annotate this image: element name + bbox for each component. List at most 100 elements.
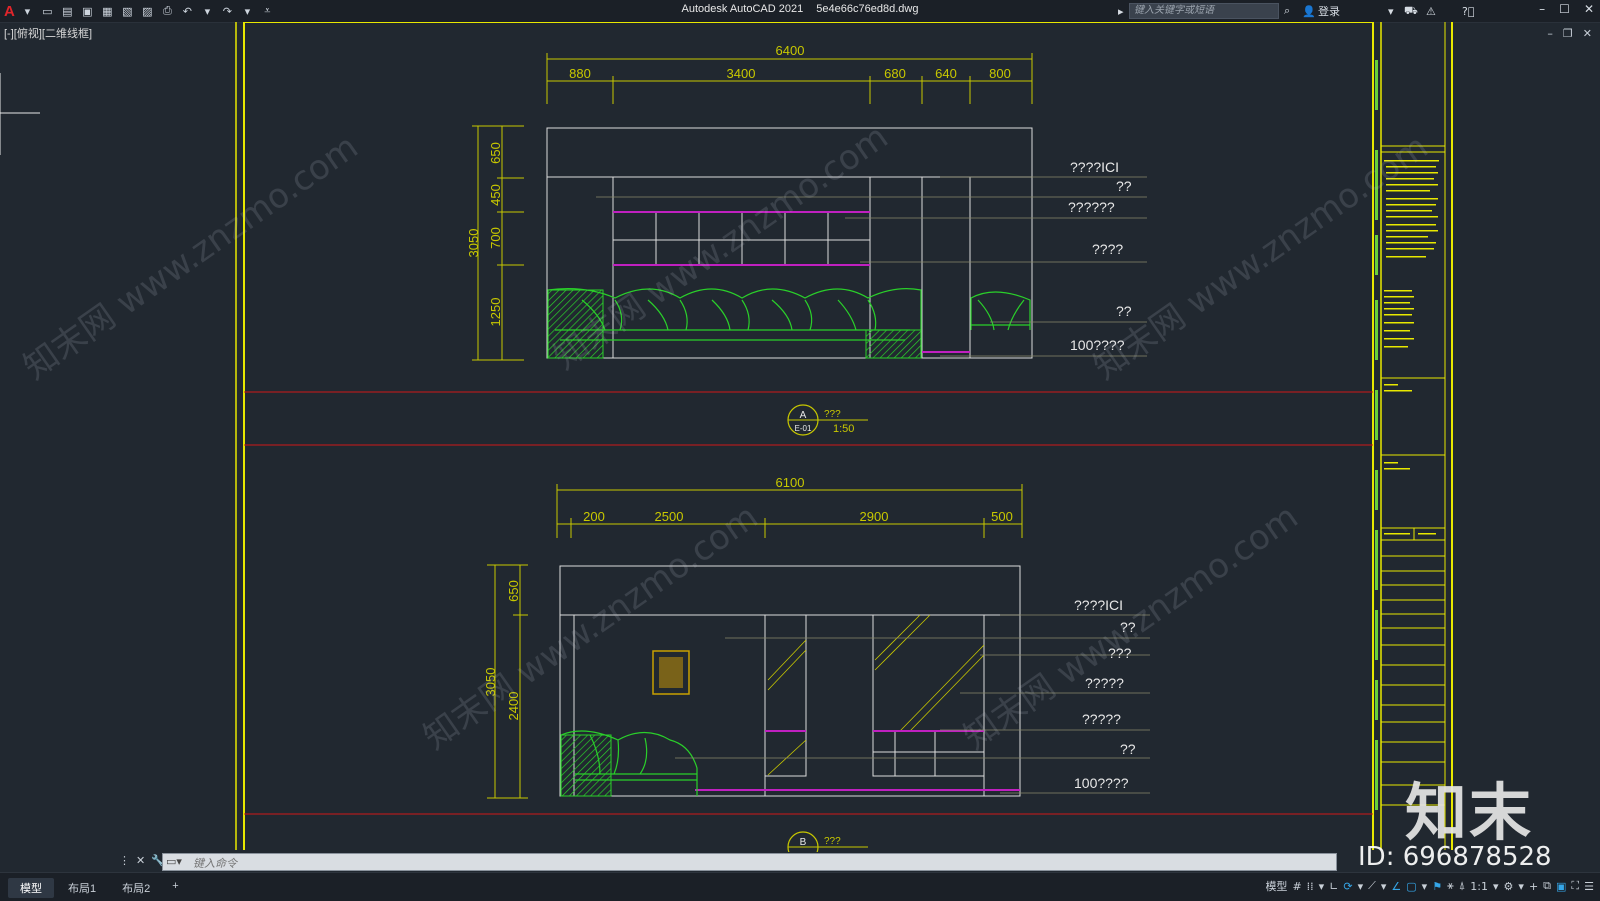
workspace-dropdown-icon[interactable]: ▾ (1518, 880, 1524, 893)
dim-b-seg-2: 2500 (655, 509, 684, 524)
command-input[interactable] (163, 856, 1163, 872)
object-snap-dropdown-icon[interactable]: ▾ (1422, 880, 1428, 893)
callout-a-1: ????ICI (1070, 159, 1119, 175)
callout-a-2: ?? (1116, 178, 1132, 194)
callout-a-5: ?? (1116, 303, 1132, 319)
redo-dropdown-icon[interactable]: ▾ (240, 4, 255, 19)
help-icon[interactable]: ?⃝ (1462, 2, 1474, 20)
isodraft-icon[interactable]: ⟋ (1368, 879, 1376, 893)
callout-a-4: ???? (1092, 241, 1123, 257)
hardware-accel-icon[interactable]: ▣ (1556, 880, 1566, 893)
autocad-logo[interactable]: A (4, 3, 15, 20)
user-icon[interactable]: 👤 (1302, 2, 1316, 20)
plot-preview-icon[interactable]: ▨ (140, 4, 155, 19)
save-icon[interactable]: ▣ (80, 4, 95, 19)
app-menu-arrow-icon[interactable]: ▾ (20, 4, 35, 19)
status-bar: 模型 布局1 布局2 + 模型 # ⁞⁞ ▾ ∟ ⟳ ▾ ⟋ ▾ ∠ ▢ ▾ ⚑… (0, 872, 1600, 901)
tag-b-title: ??? (824, 836, 841, 847)
open-file-icon[interactable]: ▤ (60, 4, 75, 19)
title-block-notes (1384, 160, 1439, 535)
tab-model[interactable]: 模型 (8, 878, 54, 898)
command-close-icon[interactable]: ✕ (136, 854, 145, 867)
undo-icon[interactable]: ↶ (180, 4, 195, 19)
workspace-gear-icon[interactable]: ⚙ (1504, 880, 1514, 893)
search-expand-icon[interactable]: ▸ (1118, 2, 1124, 20)
quick-access-toolbar: A ▾ ▭ ▤ ▣ ▦ ▧ ▨ ⎙ ↶ ▾ ↷ ▾ ⩡ (4, 2, 275, 20)
brand-watermark: 知末 (1405, 776, 1534, 849)
dim-b-overall-height: 3050 (483, 668, 498, 697)
command-line[interactable] (162, 853, 1337, 872)
object-snap-tracking-icon[interactable]: ∠ (1391, 880, 1401, 893)
dim-a-overall-height: 3050 (466, 229, 481, 258)
command-grip-icon[interactable]: ⋮ (119, 854, 130, 867)
add-scale-icon[interactable]: + (1529, 880, 1538, 893)
title-block (1381, 145, 1445, 806)
annotation-scale-label[interactable]: 1:1 (1470, 880, 1488, 893)
maximize-icon[interactable]: ☐ (1559, 2, 1570, 16)
annotation-visibility-icon[interactable]: ⚑ (1432, 880, 1442, 893)
dim-a-hseg-4: 1250 (488, 298, 503, 327)
login-dropdown-icon[interactable]: ▾ (1388, 2, 1394, 20)
dim-a-seg-1: 880 (569, 66, 591, 81)
tab-layout2[interactable]: 布局2 (110, 878, 162, 898)
close-icon[interactable]: ✕ (1584, 2, 1594, 16)
window-controls: – ☐ ✕ (1539, 2, 1594, 16)
clean-screen-icon[interactable]: ⛶ (1571, 879, 1579, 893)
cart-icon[interactable]: ⛟ (1404, 2, 1418, 20)
callout-b-2: ?? (1120, 619, 1136, 635)
tag-b-letter: B (800, 837, 807, 848)
grid-icon[interactable]: # (1292, 880, 1301, 893)
search-icon[interactable]: ⌕ (1284, 2, 1290, 20)
customize-qat-icon[interactable]: ⩡ (260, 4, 275, 19)
wall-art (652, 650, 690, 695)
model-space-button[interactable]: 模型 (1265, 878, 1287, 894)
tag-a-title: ??? (824, 409, 841, 420)
annotation-scale-icon[interactable]: ⍋ (1459, 879, 1466, 893)
minimize-icon[interactable]: – (1539, 2, 1545, 16)
a360-icon[interactable]: ⚠ (1426, 2, 1436, 20)
section-lines (244, 391, 1373, 815)
title-bar: A ▾ ▭ ▤ ▣ ▦ ▧ ▨ ⎙ ↶ ▾ ↷ ▾ ⩡ Autodesk Aut… (0, 0, 1600, 23)
callout-b-6: ?? (1120, 741, 1136, 757)
save-as-icon[interactable]: ▦ (100, 4, 115, 19)
object-snap-icon[interactable]: ▢ (1406, 880, 1416, 893)
polar-icon[interactable]: ⟳ (1343, 880, 1352, 893)
ortho-icon[interactable]: ∟ (1329, 880, 1338, 893)
dim-b-hseg-2: 2400 (506, 692, 521, 721)
status-toggles: 模型 # ⁞⁞ ▾ ∟ ⟳ ▾ ⟋ ▾ ∠ ▢ ▾ ⚑ ⚹ ⍋ 1:1 ▾ ⚙ … (1265, 878, 1594, 894)
customize-menu-icon[interactable]: ☰ (1584, 880, 1594, 893)
auto-scale-icon[interactable]: ⚹ (1447, 879, 1454, 893)
elevation-tag-b: B ??? (787, 831, 868, 852)
new-file-icon[interactable]: ▭ (40, 4, 55, 19)
tab-layout1[interactable]: 布局1 (56, 878, 108, 898)
elevation-tag-a: A E-01 ??? 1:50 (787, 404, 868, 436)
command-line-controls: ⋮ ✕ 🔧 (119, 854, 165, 867)
snap-dropdown-icon[interactable]: ▾ (1319, 880, 1325, 893)
snap-icon[interactable]: ⁞⁞ (1307, 880, 1314, 893)
tag-a-sheet: E-01 (795, 424, 812, 433)
isodraft-dropdown-icon[interactable]: ▾ (1381, 880, 1387, 893)
login-button[interactable]: 登录 (1318, 2, 1340, 20)
callout-b-7: 100???? (1074, 775, 1129, 791)
dim-a-hseg-1: 650 (488, 142, 503, 164)
sheet-frame (235, 22, 1453, 850)
undo-dropdown-icon[interactable]: ▾ (200, 4, 215, 19)
dim-b-seg-1: 200 (583, 509, 605, 524)
redo-icon[interactable]: ↷ (220, 4, 235, 19)
callout-a-6: 100???? (1070, 337, 1125, 353)
tag-a-letter: A (800, 410, 807, 421)
drawing-canvas[interactable]: 6400 880 3400 680 640 800 3050 650 450 7… (0, 22, 1600, 852)
command-prompt-icon[interactable]: ▭▾ (166, 855, 182, 868)
dim-a-seg-2: 3400 (727, 66, 756, 81)
isolate-icon[interactable]: ⧉ (1543, 879, 1551, 893)
tab-add-layout[interactable]: + (164, 878, 186, 898)
dim-a-hseg-2: 450 (488, 184, 503, 206)
publish-icon[interactable]: ▧ (120, 4, 135, 19)
elevation-b: 6100 200 2500 2900 500 3050 650 2400 ???… (483, 475, 1150, 852)
title-block-vertical-text (1375, 60, 1378, 810)
polar-dropdown-icon[interactable]: ▾ (1358, 880, 1364, 893)
print-icon[interactable]: ⎙ (160, 4, 175, 19)
dim-a-hseg-3: 700 (488, 227, 503, 249)
scale-dropdown-icon[interactable]: ▾ (1493, 880, 1499, 893)
search-input[interactable]: 键入关键字或短语 (1129, 3, 1279, 19)
